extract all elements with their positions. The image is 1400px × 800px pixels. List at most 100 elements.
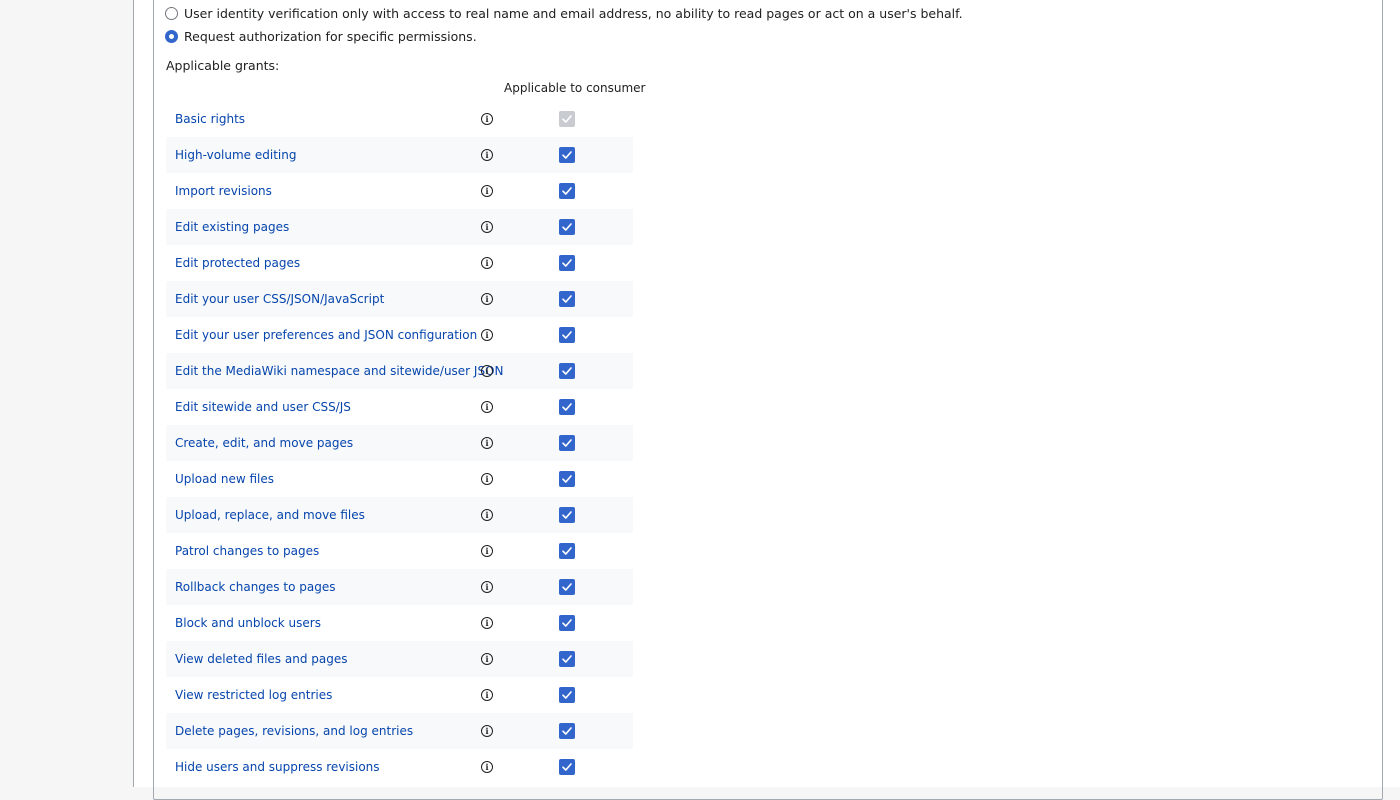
grant-row: Upload, replace, and move files i bbox=[166, 497, 633, 533]
checkmark-icon bbox=[562, 727, 572, 735]
grant-link[interactable]: View deleted files and pages bbox=[175, 652, 347, 666]
grant-checkbox[interactable] bbox=[559, 651, 575, 667]
grant-link[interactable]: Edit your user CSS/JSON/JavaScript bbox=[175, 292, 384, 306]
checkmark-icon bbox=[562, 511, 572, 519]
grant-checkbox[interactable] bbox=[559, 543, 575, 559]
info-icon[interactable]: i bbox=[481, 401, 493, 413]
applicable-column-header: Applicable to consumer bbox=[504, 81, 646, 95]
radio-identity[interactable] bbox=[165, 6, 178, 20]
grant-row: Create, edit, and move pages i bbox=[166, 425, 633, 461]
checkmark-icon bbox=[562, 151, 572, 159]
grant-link[interactable]: Patrol changes to pages bbox=[175, 544, 319, 558]
grant-checkbox[interactable] bbox=[559, 471, 575, 487]
info-icon[interactable]: i bbox=[481, 473, 493, 485]
grant-link[interactable]: Delete pages, revisions, and log entries bbox=[175, 724, 413, 738]
checkmark-icon bbox=[562, 403, 572, 411]
grant-row: Edit sitewide and user CSS/JS i bbox=[166, 389, 633, 425]
grant-row: Upload new files i bbox=[166, 461, 633, 497]
grant-checkbox[interactable] bbox=[559, 327, 575, 343]
grant-row: Block and unblock users i bbox=[166, 605, 633, 641]
grant-row: Edit your user CSS/JSON/JavaScript i bbox=[166, 281, 633, 317]
grant-checkbox[interactable] bbox=[559, 147, 575, 163]
checkmark-icon bbox=[562, 223, 572, 231]
info-icon[interactable]: i bbox=[481, 545, 493, 557]
checkmark-icon bbox=[562, 655, 572, 663]
checkmark-icon bbox=[562, 115, 572, 123]
grant-checkbox[interactable] bbox=[559, 507, 575, 523]
grant-checkbox[interactable] bbox=[559, 579, 575, 595]
grant-checkbox bbox=[559, 111, 575, 127]
checkmark-icon bbox=[562, 475, 572, 483]
grant-row: Patrol changes to pages i bbox=[166, 533, 633, 569]
grant-checkbox[interactable] bbox=[559, 183, 575, 199]
info-icon[interactable]: i bbox=[481, 149, 493, 161]
grant-link[interactable]: Import revisions bbox=[175, 184, 272, 198]
info-icon[interactable]: i bbox=[481, 689, 493, 701]
grant-checkbox[interactable] bbox=[559, 723, 575, 739]
grant-row: Import revisions i bbox=[166, 173, 633, 209]
grant-checkbox[interactable] bbox=[559, 687, 575, 703]
radio-permissions[interactable] bbox=[165, 29, 178, 43]
radio-option-identity[interactable]: User identity verification only with acc… bbox=[165, 4, 963, 22]
grant-link[interactable]: Hide users and suppress revisions bbox=[175, 760, 380, 774]
grant-checkbox[interactable] bbox=[559, 759, 575, 775]
checkmark-icon bbox=[562, 763, 572, 771]
grant-link[interactable]: Basic rights bbox=[175, 112, 245, 126]
checkmark-icon bbox=[562, 547, 572, 555]
checkmark-icon bbox=[562, 187, 572, 195]
radio-permissions-label: Request authorization for specific permi… bbox=[184, 28, 477, 44]
info-icon[interactable]: i bbox=[481, 761, 493, 773]
grant-link[interactable]: Upload, replace, and move files bbox=[175, 508, 365, 522]
grant-row: Hide users and suppress revisions i bbox=[166, 749, 633, 785]
grant-row: Edit your user preferences and JSON conf… bbox=[166, 317, 633, 353]
grants-table: Basic rights i High-volume editing i Import … bbox=[166, 101, 633, 785]
grant-link[interactable]: Create, edit, and move pages bbox=[175, 436, 353, 450]
grant-row: Delete pages, revisions, and log entries… bbox=[166, 713, 633, 749]
grant-checkbox[interactable] bbox=[559, 435, 575, 451]
checkmark-icon bbox=[562, 583, 572, 591]
info-icon[interactable]: i bbox=[481, 113, 493, 125]
grant-link[interactable]: Edit the MediaWiki namespace and sitewid… bbox=[175, 364, 504, 378]
grant-row: High-volume editing i bbox=[166, 137, 633, 173]
info-icon[interactable]: i bbox=[481, 329, 493, 341]
radio-identity-label: User identity verification only with acc… bbox=[184, 5, 963, 21]
grant-link[interactable]: Upload new files bbox=[175, 472, 274, 486]
grant-link[interactable]: Block and unblock users bbox=[175, 616, 321, 630]
grant-checkbox[interactable] bbox=[559, 291, 575, 307]
info-icon[interactable]: i bbox=[481, 365, 493, 377]
checkmark-icon bbox=[562, 619, 572, 627]
grant-checkbox[interactable] bbox=[559, 219, 575, 235]
grant-checkbox[interactable] bbox=[559, 399, 575, 415]
grant-row: Rollback changes to pages i bbox=[166, 569, 633, 605]
grant-link[interactable]: High-volume editing bbox=[175, 148, 296, 162]
grant-link[interactable]: Rollback changes to pages bbox=[175, 580, 335, 594]
grant-checkbox[interactable] bbox=[559, 255, 575, 271]
checkmark-icon bbox=[562, 691, 572, 699]
info-icon[interactable]: i bbox=[481, 653, 493, 665]
radio-option-permissions[interactable]: Request authorization for specific permi… bbox=[165, 27, 477, 45]
grant-row: Edit existing pages i bbox=[166, 209, 633, 245]
info-icon[interactable]: i bbox=[481, 221, 493, 233]
grant-checkbox[interactable] bbox=[559, 363, 575, 379]
grant-row: Basic rights i bbox=[166, 101, 633, 137]
info-icon[interactable]: i bbox=[481, 617, 493, 629]
info-icon[interactable]: i bbox=[481, 581, 493, 593]
checkmark-icon bbox=[562, 259, 572, 267]
info-icon[interactable]: i bbox=[481, 509, 493, 521]
grant-link[interactable]: View restricted log entries bbox=[175, 688, 332, 702]
grant-link[interactable]: Edit sitewide and user CSS/JS bbox=[175, 400, 351, 414]
info-icon[interactable]: i bbox=[481, 437, 493, 449]
checkmark-icon bbox=[562, 439, 572, 447]
grant-link[interactable]: Edit protected pages bbox=[175, 256, 300, 270]
grant-checkbox[interactable] bbox=[559, 615, 575, 631]
info-icon[interactable]: i bbox=[481, 257, 493, 269]
info-icon[interactable]: i bbox=[481, 293, 493, 305]
checkmark-icon bbox=[562, 295, 572, 303]
info-icon[interactable]: i bbox=[481, 185, 493, 197]
grant-row: View restricted log entries i bbox=[166, 677, 633, 713]
grant-link[interactable]: Edit existing pages bbox=[175, 220, 289, 234]
grant-row: Edit the MediaWiki namespace and sitewid… bbox=[166, 353, 633, 389]
info-icon[interactable]: i bbox=[481, 725, 493, 737]
grant-link[interactable]: Edit your user preferences and JSON conf… bbox=[175, 328, 477, 342]
grant-row: View deleted files and pages i bbox=[166, 641, 633, 677]
